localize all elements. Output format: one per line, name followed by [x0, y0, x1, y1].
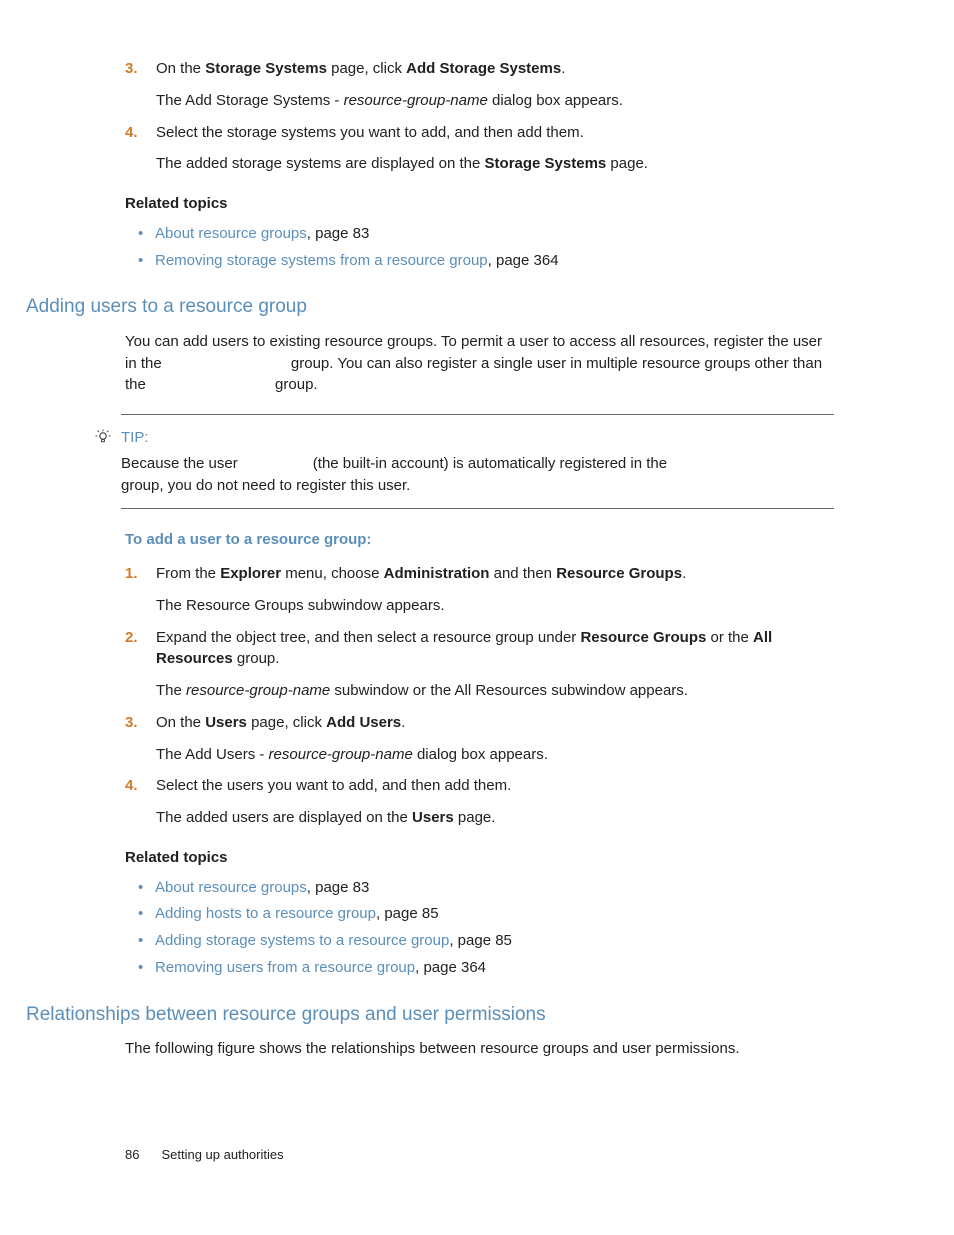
step-text: From the Explorer menu, choose Administr…: [156, 563, 834, 585]
list-item: 3. On the Storage Systems page, click Ad…: [125, 58, 834, 112]
list-item: 3. On the Users page, click Add Users. T…: [125, 712, 834, 766]
related-link-item: About resource groups, page 83: [125, 877, 834, 899]
section-body: You can add users to existing resource g…: [125, 331, 834, 396]
step-text: On the Storage Systems page, click Add S…: [156, 58, 834, 80]
step-number: 3.: [125, 58, 145, 80]
list-item: 1. From the Explorer menu, choose Admini…: [125, 563, 834, 617]
link-adding-storage-systems[interactable]: Adding storage systems to a resource gro…: [155, 932, 449, 949]
step-text: Expand the object tree, and then select …: [156, 627, 834, 671]
tip-icon: [95, 429, 111, 445]
steps-add-user: 1. From the Explorer menu, choose Admini…: [125, 563, 834, 829]
list-item: 4. Select the users you want to add, and…: [125, 775, 834, 829]
step-number: 4.: [125, 775, 145, 797]
step-number: 2.: [125, 627, 145, 649]
footer-section-title: Setting up authorities: [161, 1147, 283, 1162]
tip-box: TIP: Because the user (the built-in acco…: [121, 414, 834, 509]
step-subtext: The added storage systems are displayed …: [156, 153, 834, 175]
related-link-item: Removing storage systems from a resource…: [125, 250, 834, 272]
related-link-item: Adding storage systems to a resource gro…: [125, 930, 834, 952]
tip-body: Because the user (the built-in account) …: [121, 453, 834, 497]
step-number: 1.: [125, 563, 145, 585]
step-text: Select the storage systems you want to a…: [156, 122, 834, 144]
related-link-item: Removing users from a resource group, pa…: [125, 957, 834, 979]
section-heading-relationships: Relationships between resource groups an…: [26, 1001, 834, 1029]
related-link-item: About resource groups, page 83: [125, 223, 834, 245]
related-topics-heading: Related topics: [125, 193, 834, 215]
step-text: On the Users page, click Add Users.: [156, 712, 834, 734]
link-about-resource-groups[interactable]: About resource groups: [155, 879, 307, 896]
section-body: The following figure shows the relations…: [125, 1038, 834, 1060]
link-removing-storage-systems[interactable]: Removing storage systems from a resource…: [155, 252, 488, 269]
step-text: Select the users you want to add, and th…: [156, 775, 834, 797]
link-removing-users[interactable]: Removing users from a resource group: [155, 959, 415, 976]
link-about-resource-groups[interactable]: About resource groups: [155, 225, 307, 242]
related-topics-list: About resource groups, page 83 Removing …: [125, 223, 834, 272]
related-topics-list: About resource groups, page 83 Adding ho…: [125, 877, 834, 979]
page: 3. On the Storage Systems page, click Ad…: [0, 0, 954, 1235]
step-subtext: The Resource Groups subwindow appears.: [156, 595, 834, 617]
related-topics-heading: Related topics: [125, 847, 834, 869]
page-number: 86: [125, 1146, 139, 1165]
procedure-heading: To add a user to a resource group:: [125, 529, 834, 551]
step-subtext: The Add Users - resource-group-name dial…: [156, 744, 834, 766]
step-subtext: The Add Storage Systems - resource-group…: [156, 90, 834, 112]
step-number: 4.: [125, 122, 145, 144]
list-item: 4. Select the storage systems you want t…: [125, 122, 834, 176]
page-footer: 86 Setting up authorities: [125, 1146, 284, 1165]
step-subtext: The added users are displayed on the Use…: [156, 807, 834, 829]
section-heading-adding-users: Adding users to a resource group: [26, 293, 834, 321]
link-adding-hosts[interactable]: Adding hosts to a resource group: [155, 905, 376, 922]
tip-label: TIP:: [121, 427, 834, 449]
steps-storage-systems: 3. On the Storage Systems page, click Ad…: [125, 58, 834, 175]
list-item: 2. Expand the object tree, and then sele…: [125, 627, 834, 702]
step-subtext: The resource-group-name subwindow or the…: [156, 680, 834, 702]
related-link-item: Adding hosts to a resource group, page 8…: [125, 903, 834, 925]
step-number: 3.: [125, 712, 145, 734]
